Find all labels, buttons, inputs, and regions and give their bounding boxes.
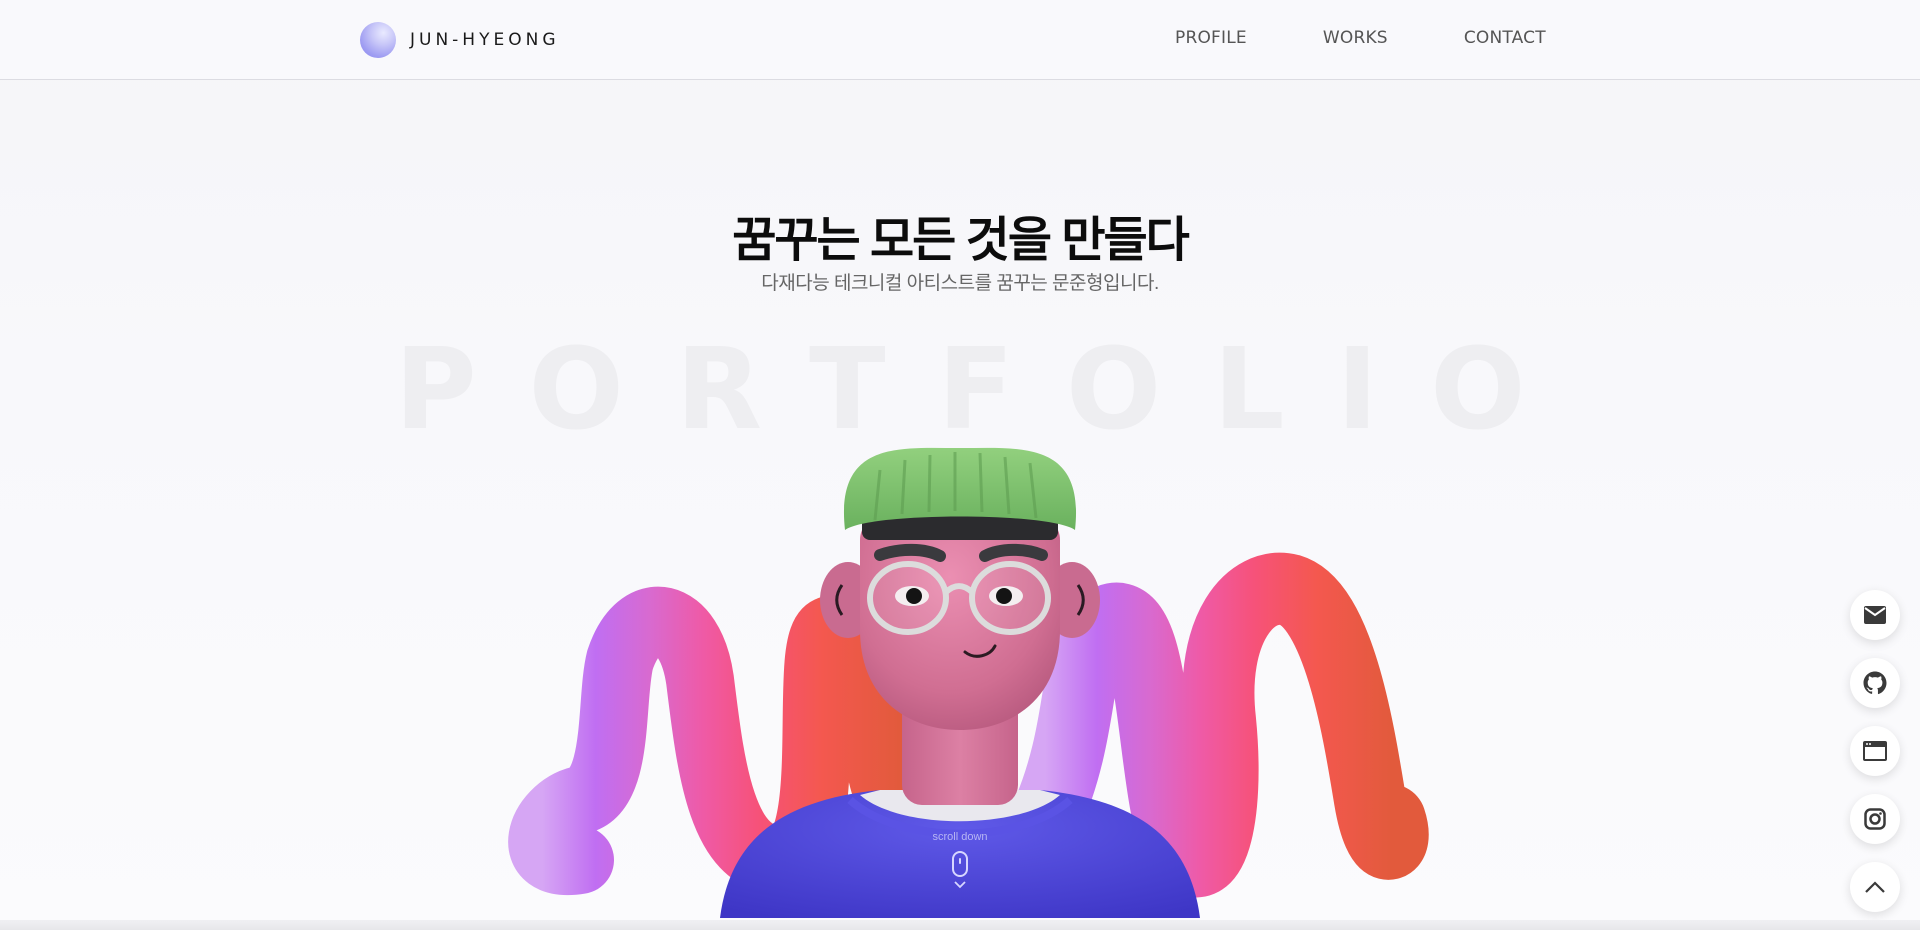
instagram-icon xyxy=(1864,808,1886,830)
scroll-down-label: scroll down xyxy=(932,831,988,843)
chevron-up-icon xyxy=(1865,881,1885,893)
hero-illustration xyxy=(508,447,1429,918)
browser-window-icon xyxy=(1863,741,1887,761)
section-divider xyxy=(0,920,1920,930)
instagram-button[interactable] xyxy=(1850,794,1900,844)
mail-icon xyxy=(1864,606,1886,624)
chevron-down-icon xyxy=(954,881,966,889)
github-icon xyxy=(1863,671,1887,695)
scroll-top-button[interactable] xyxy=(1850,862,1900,912)
mail-button[interactable] xyxy=(1850,590,1900,640)
quick-actions xyxy=(1850,590,1900,912)
mouse-icon xyxy=(952,851,968,877)
github-button[interactable] xyxy=(1850,658,1900,708)
scroll-down-indicator[interactable]: scroll down xyxy=(910,831,1010,901)
website-button[interactable] xyxy=(1850,726,1900,776)
